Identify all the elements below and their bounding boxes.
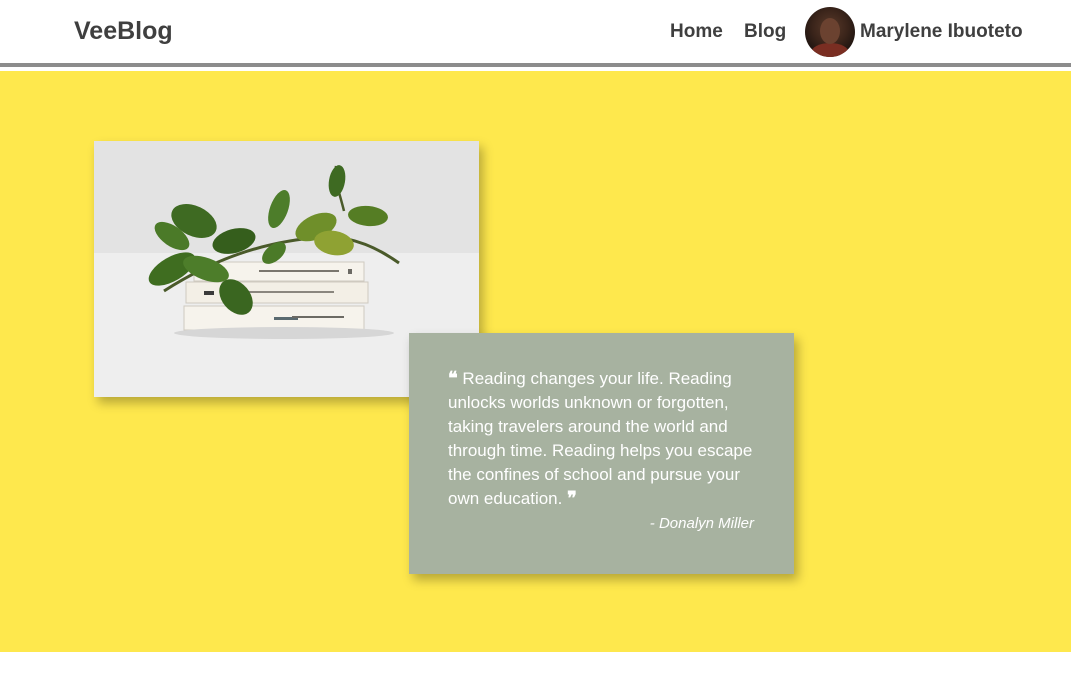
nav-link-blog[interactable]: Blog	[744, 21, 786, 43]
hero-section: ❝ Reading changes your life. Reading unl…	[0, 71, 1071, 652]
avatar	[805, 7, 855, 57]
quote-card: ❝ Reading changes your life. Reading unl…	[409, 333, 794, 574]
user-name: Marylene Ibuoteto	[860, 21, 1023, 42]
open-quote-icon: ❝	[448, 368, 458, 389]
avatar-shoulders	[811, 43, 849, 57]
user-menu[interactable]: Marylene Ibuoteto	[805, 7, 1023, 57]
nav-link-home[interactable]: Home	[670, 21, 723, 43]
quote-text-block: ❝ Reading changes your life. Reading unl…	[448, 367, 758, 511]
avatar-face	[820, 18, 840, 44]
close-quote-icon: ❞	[567, 488, 577, 509]
brand-logo[interactable]: VeeBlog	[74, 17, 173, 46]
quote-body: Reading changes your life. Reading unloc…	[448, 369, 753, 508]
navbar: VeeBlog Home Blog Marylene Ibuoteto	[0, 0, 1071, 67]
quote-author: - Donalyn Miller	[649, 515, 754, 532]
